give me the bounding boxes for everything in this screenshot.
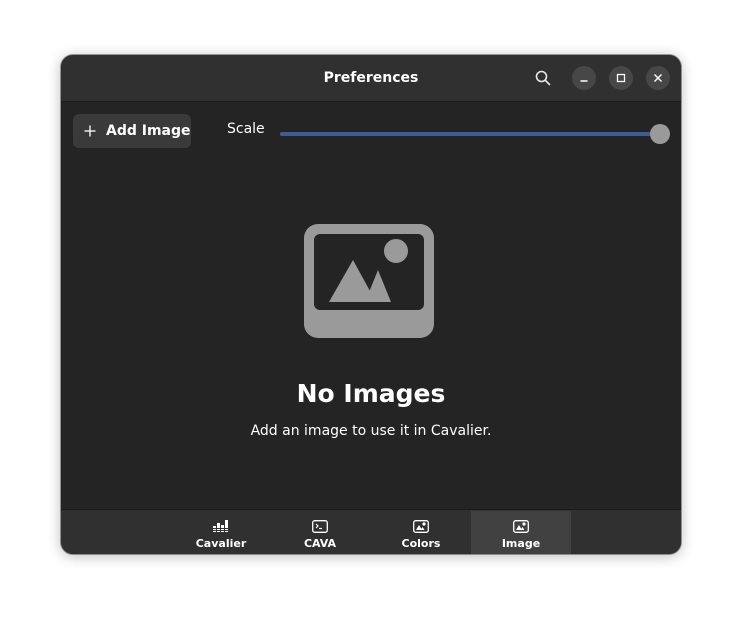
- view-switcher-bar: Cavalier CAVA Colors Image: [61, 509, 681, 554]
- tab-label: Cavalier: [195, 537, 247, 550]
- tab-label: Image: [501, 537, 541, 550]
- close-button[interactable]: [646, 66, 670, 90]
- image-icon: [413, 519, 429, 533]
- scale-slider[interactable]: [280, 124, 670, 144]
- search-button[interactable]: [532, 67, 554, 89]
- image-icon: [513, 519, 529, 533]
- tab-image[interactable]: Image: [471, 511, 571, 554]
- image-toolbar: Add Image Scale: [61, 102, 681, 158]
- empty-state-description: Add an image to use it in Cavalier.: [250, 423, 492, 439]
- preferences-window: Preferences Add Image Scale No Images Ad…: [61, 55, 681, 554]
- tab-label: Colors: [401, 537, 441, 550]
- terminal-icon: [312, 519, 328, 533]
- no-image-icon: [304, 224, 434, 342]
- header-bar: Preferences: [61, 55, 681, 102]
- tab-cavalier[interactable]: Cavalier: [171, 511, 271, 554]
- add-image-button[interactable]: Add Image: [73, 114, 191, 148]
- slider-knob[interactable]: [650, 124, 670, 144]
- add-image-label: Add Image: [106, 123, 191, 139]
- maximize-icon: [616, 73, 626, 83]
- empty-state-title: No Images: [296, 379, 446, 408]
- equalizer-icon: [213, 519, 229, 533]
- minimize-icon: [580, 80, 588, 82]
- close-icon: [654, 74, 662, 82]
- search-icon: [535, 70, 551, 86]
- scale-label: Scale: [227, 121, 265, 137]
- tab-cava[interactable]: CAVA: [270, 511, 370, 554]
- slider-fill: [280, 132, 660, 136]
- minimize-button[interactable]: [572, 66, 596, 90]
- tab-colors[interactable]: Colors: [371, 511, 471, 554]
- tab-label: CAVA: [303, 537, 337, 550]
- maximize-button[interactable]: [609, 66, 633, 90]
- plus-icon: [83, 124, 97, 138]
